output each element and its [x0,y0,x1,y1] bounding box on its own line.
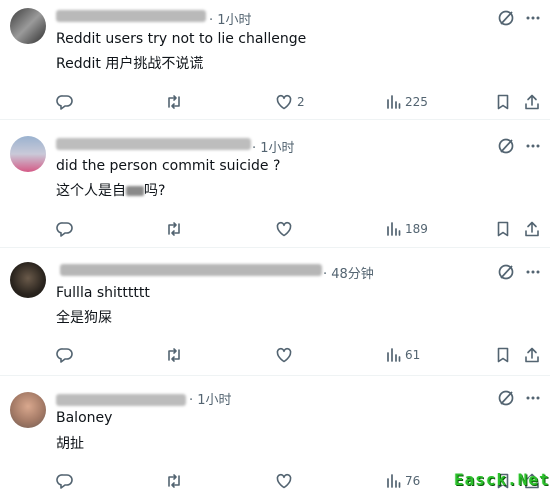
reply-item[interactable]: · 1小时 did the person commit suicide ? 这个… [0,120,550,248]
view-count: 76 [405,474,421,488]
reply-text-zh: 胡扯 [56,436,84,452]
username-redacted [60,264,322,276]
retweet-button[interactable] [165,472,183,490]
views-button[interactable]: 61 [385,346,420,364]
reply-button[interactable] [56,346,74,364]
grok-icon[interactable] [497,389,515,407]
reply-time: · 48分钟 [323,267,374,282]
username-redacted [56,138,251,150]
share-button[interactable] [523,93,541,111]
bookmark-button[interactable] [494,346,512,364]
more-icon[interactable] [525,389,541,407]
share-icon [525,221,539,237]
retweet-button[interactable] [165,346,183,364]
reply-button[interactable] [56,220,74,238]
redacted-word [126,186,144,196]
reply-time: · 1小时 [189,393,232,408]
like-count: 2 [297,95,305,109]
like-button[interactable] [275,220,293,238]
reply-icon [56,474,73,489]
retweet-icon [168,474,180,488]
reply-text-zh: 全是狗屎 [56,310,112,326]
grok-icon[interactable] [497,9,515,27]
share-button[interactable] [523,220,541,238]
bookmark-button[interactable] [494,93,512,111]
bookmark-icon [497,94,509,110]
bookmark-icon [497,347,509,363]
views-button[interactable]: 189 [385,220,428,238]
bookmark-button[interactable] [494,220,512,238]
retweet-icon [168,222,180,236]
view-count: 225 [405,95,428,109]
like-icon [276,221,292,237]
reply-text-zh-prefix: 这个人是自 [56,183,126,199]
username-redacted [56,394,186,406]
views-icon [387,222,401,236]
views-icon [387,95,401,109]
avatar[interactable] [10,136,46,172]
like-icon [276,347,292,363]
reply-text-zh-suffix: 吗? [144,183,166,199]
watermark: Easck.Net [454,470,550,489]
bookmark-icon [497,221,509,237]
avatar[interactable] [10,8,46,44]
avatar[interactable] [10,262,46,298]
reply-button[interactable] [56,93,74,111]
reply-text-en: did the person commit suicide ? [56,158,281,174]
grok-icon[interactable] [497,263,515,281]
like-icon [276,94,292,110]
reply-icon [56,222,73,237]
more-icon[interactable] [525,137,541,155]
more-icon[interactable] [525,9,541,27]
reply-item[interactable]: · 1小时 Reddit users try not to lie challe… [0,0,550,120]
reply-time: · 1小时 [252,141,295,156]
views-button[interactable]: 225 [385,93,428,111]
reply-icon [56,95,73,110]
reply-text-zh: 这个人是自 吗? [56,182,165,200]
reply-button[interactable] [56,472,74,490]
share-icon [525,94,539,110]
reply-text-en: Reddit users try not to lie challenge [56,31,307,47]
views-icon [387,474,401,488]
like-button[interactable]: 2 [275,93,305,111]
avatar[interactable] [10,392,46,428]
username-redacted [56,10,206,22]
views-icon [387,348,401,362]
like-icon [276,473,292,489]
share-icon [525,347,539,363]
retweet-icon [168,348,180,362]
view-count: 189 [405,222,428,236]
reply-text-en: Fullla shitttttt [56,285,150,301]
reply-text-zh: Reddit 用户挑战不说谎 [56,56,204,72]
reply-icon [56,348,73,363]
reply-time: · 1小时 [209,13,252,28]
view-count: 61 [405,348,421,362]
reply-text-en: Baloney [56,410,113,426]
grok-icon[interactable] [497,137,515,155]
retweet-button[interactable] [165,93,183,111]
views-button[interactable]: 76 [385,472,420,490]
more-icon[interactable] [525,263,541,281]
like-button[interactable] [275,346,293,364]
reply-item[interactable]: · 48分钟 Fullla shitttttt 全是狗屎 61 [0,248,550,376]
retweet-icon [168,95,180,109]
retweet-button[interactable] [165,220,183,238]
share-button[interactable] [523,346,541,364]
like-button[interactable] [275,472,293,490]
